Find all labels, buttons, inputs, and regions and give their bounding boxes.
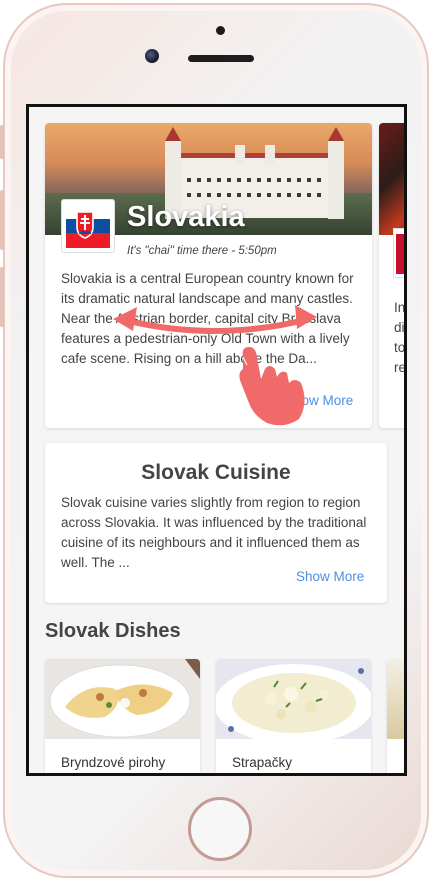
castle-tower	[235, 145, 245, 165]
next-country-hero-image	[379, 123, 404, 235]
dish-image-pirohy	[45, 659, 200, 739]
local-time-text: It's "chai" time there - 5:50pm	[127, 245, 277, 257]
castle-tower	[328, 141, 344, 219]
cuisine-description: Slovak cuisine varies slightly from regi…	[61, 495, 367, 570]
mute-switch	[0, 125, 4, 159]
country-card[interactable]: Slovakia It's "chai" time there - 5:50pm…	[45, 123, 372, 428]
volume-down-button	[0, 267, 4, 327]
volume-up-button	[0, 190, 4, 250]
castle-tower-roof	[165, 127, 181, 141]
app-screen: Slovakia It's "chai" time there - 5:50pm…	[26, 104, 407, 776]
dish-image-partial	[387, 659, 404, 739]
dish-card[interactable]: Bryndzové pirohy	[45, 659, 200, 773]
dishes-heading: Slovak Dishes	[45, 620, 181, 642]
coat-of-arms-icon	[76, 211, 94, 239]
proximity-sensor	[216, 26, 225, 35]
next-country-flag-icon	[393, 228, 404, 278]
cuisine-title: Slovak Cuisine	[141, 461, 291, 484]
dish-name: Strapačky	[232, 755, 293, 770]
dish-card[interactable]: Strapačky	[216, 659, 371, 773]
castle-tower-roof	[328, 127, 344, 141]
next-country-description: In di to re	[394, 300, 407, 375]
country-show-more-link[interactable]: Show More	[285, 393, 353, 408]
dish-image-strapacky	[216, 659, 371, 744]
country-title: Slovakia	[127, 201, 245, 233]
dish-name: Bryndzové pirohy	[61, 755, 166, 770]
castle-windows	[177, 193, 327, 197]
castle-windows	[177, 178, 327, 182]
country-description: Slovakia is a central European country k…	[61, 271, 354, 366]
home-button[interactable]	[188, 797, 252, 861]
cuisine-card[interactable]: Slovak Cuisine Slovak cuisine varies sli…	[45, 443, 387, 603]
front-camera-icon	[145, 49, 159, 63]
next-country-card[interactable]: In di to re	[379, 123, 407, 428]
dish-card-partial[interactable]	[387, 659, 404, 773]
slovakia-flag-icon	[61, 199, 115, 253]
cuisine-show-more-link[interactable]: Show More	[296, 569, 364, 584]
earpiece-speaker	[188, 55, 254, 62]
castle-tower	[265, 145, 275, 165]
